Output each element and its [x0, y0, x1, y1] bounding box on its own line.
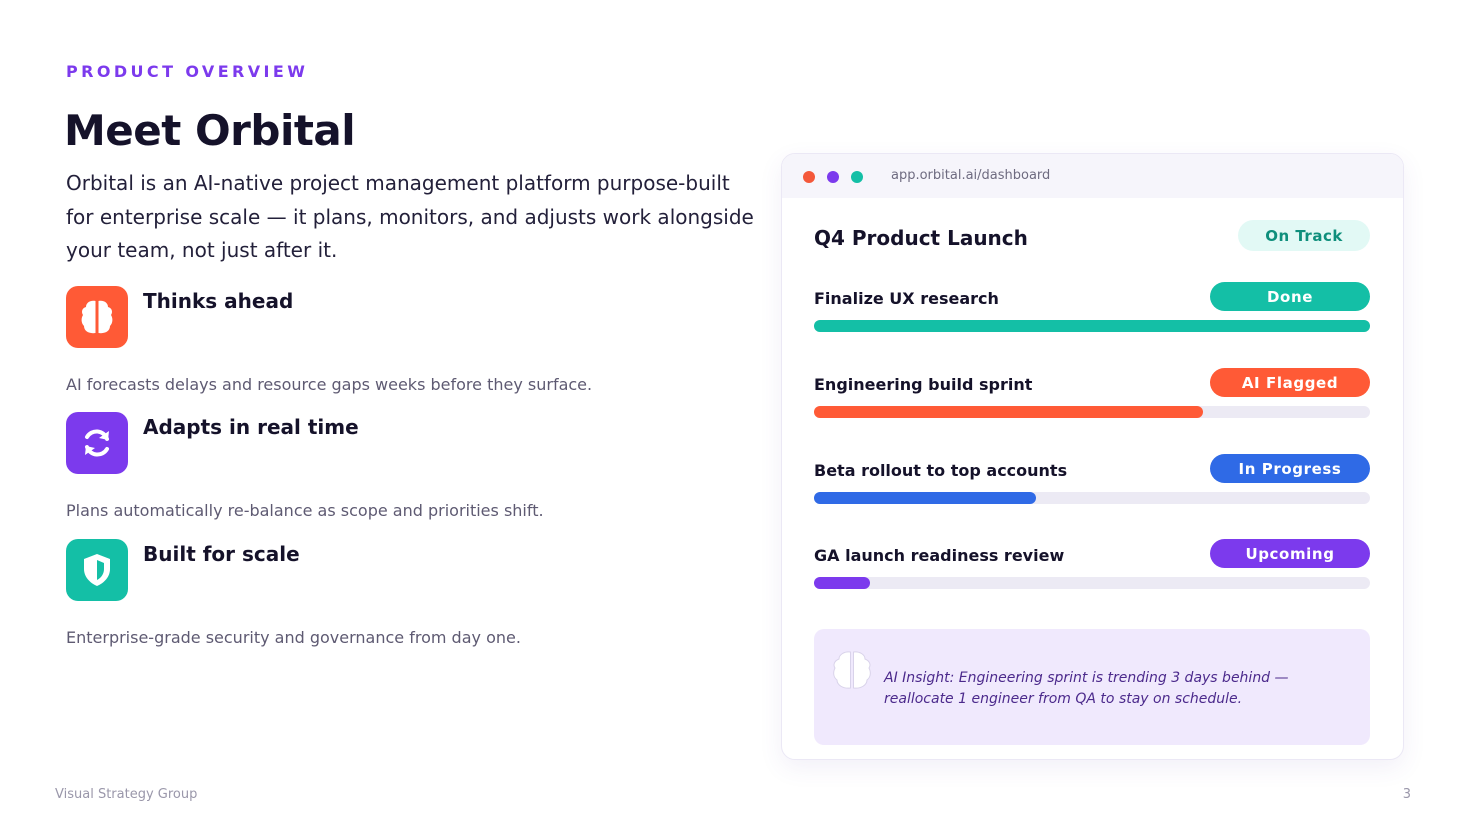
- feature-description: Plans automatically re-balance as scope …: [66, 501, 544, 520]
- brain-icon: [832, 649, 872, 695]
- project-title: Q4 Product Launch: [814, 226, 1028, 250]
- feature-title: Adapts in real time: [143, 415, 359, 439]
- task-row[interactable]: GA launch readiness review Upcoming: [814, 539, 1370, 594]
- project-status-badge: On Track: [1238, 220, 1370, 251]
- task-status-badge: Done: [1210, 282, 1370, 311]
- progress-track: [814, 577, 1370, 589]
- task-name: Beta rollout to top accounts: [814, 461, 1068, 480]
- progress-fill: [814, 492, 1037, 504]
- intro-paragraph: Orbital is an AI-native project manageme…: [66, 171, 754, 262]
- insight-text: AI Insight: Engineering sprint is trendi…: [884, 670, 1289, 707]
- brain-icon: [66, 286, 128, 348]
- feature-description: Enterprise-grade security and governance…: [66, 628, 521, 647]
- task-name: Engineering build sprint: [814, 375, 1033, 394]
- url-text[interactable]: app.orbital.ai/dashboard: [891, 168, 1050, 183]
- feature-description: AI forecasts delays and resource gaps we…: [66, 375, 593, 394]
- shield-icon: [66, 539, 128, 601]
- browser-bar: app.orbital.ai/dashboard: [782, 154, 1403, 198]
- footer-org-name: Visual Strategy Group: [55, 787, 198, 802]
- window-minimize-dot[interactable]: [827, 171, 839, 183]
- progress-fill: [814, 406, 1204, 418]
- feature-title: Built for scale: [143, 542, 300, 566]
- task-row[interactable]: Beta rollout to top accounts In Progress: [814, 454, 1370, 509]
- ai-insight-panel: AI Insight: Engineering sprint is trendi…: [814, 629, 1370, 745]
- task-status-badge: Upcoming: [1210, 539, 1370, 568]
- progress-track: [814, 492, 1370, 504]
- task-row[interactable]: Engineering build sprint AI Flagged: [814, 368, 1370, 423]
- task-status-badge: In Progress: [1210, 454, 1370, 483]
- window-close-dot[interactable]: [803, 171, 815, 183]
- feature-title: Thinks ahead: [143, 289, 294, 313]
- progress-track: [814, 406, 1370, 418]
- progress-fill: [814, 320, 1370, 332]
- page-title: Meet Orbital: [64, 106, 356, 155]
- task-name: Finalize UX research: [814, 289, 999, 308]
- window-maximize-dot[interactable]: [851, 171, 863, 183]
- task-row[interactable]: Finalize UX research Done: [814, 282, 1370, 337]
- eyebrow-label: PRODUCT OVERVIEW: [66, 62, 309, 81]
- task-status-badge: AI Flagged: [1210, 368, 1370, 397]
- progress-track: [814, 320, 1370, 332]
- progress-fill: [814, 577, 870, 589]
- refresh-icon: [66, 412, 128, 474]
- task-name: GA launch readiness review: [814, 546, 1065, 565]
- page-number: 3: [1402, 787, 1411, 802]
- dashboard-window: app.orbital.ai/dashboard Q4 Product Laun…: [781, 153, 1404, 760]
